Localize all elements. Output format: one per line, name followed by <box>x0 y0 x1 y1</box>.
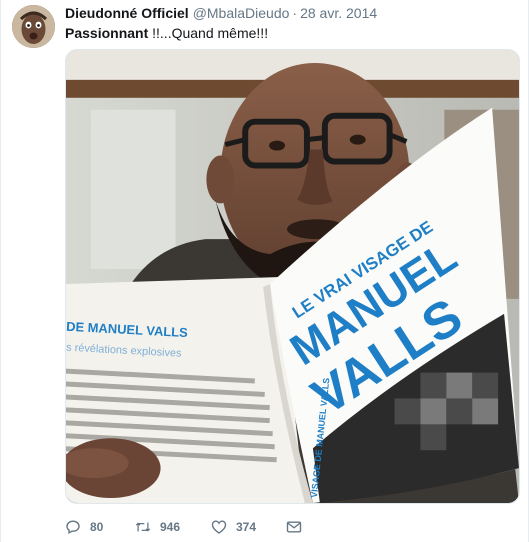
tweet-text-rest: !!...Quand même!!! <box>148 25 269 41</box>
reply-icon <box>65 519 81 535</box>
tweet-text: Passionnant !!...Quand même!!! <box>65 25 268 41</box>
tweet-card: Dieudonné Officiel @MbalaDieudo · 28 avr… <box>0 0 529 542</box>
retweet-button[interactable]: 946 <box>135 519 211 535</box>
like-button[interactable]: 374 <box>211 519 286 535</box>
tweet-text-bold: Passionnant <box>65 25 149 41</box>
tweet-actions: 80 946 374 <box>65 517 316 537</box>
tweet-media-photo[interactable]: DE MANUEL VALLS s révélations explosives… <box>65 49 520 504</box>
like-icon <box>211 519 227 535</box>
retweet-icon <box>135 519 151 535</box>
tweet-date[interactable]: 28 avr. 2014 <box>300 5 377 21</box>
retweet-count: 946 <box>160 520 181 534</box>
reply-count: 80 <box>90 520 104 534</box>
like-count: 374 <box>236 520 257 534</box>
tweet-header: Dieudonné Officiel @MbalaDieudo · 28 avr… <box>65 5 377 23</box>
direct-message-button[interactable] <box>286 519 316 535</box>
avatar-image <box>12 5 55 48</box>
photo-image: DE MANUEL VALLS s révélations explosives… <box>66 50 519 503</box>
author-name[interactable]: Dieudonné Officiel <box>65 5 189 21</box>
author-handle[interactable]: @MbalaDieudo <box>193 5 290 21</box>
reply-button[interactable]: 80 <box>65 519 135 535</box>
avatar[interactable] <box>12 5 55 48</box>
direct-message-icon <box>286 519 302 535</box>
header-separator: · <box>292 5 298 21</box>
